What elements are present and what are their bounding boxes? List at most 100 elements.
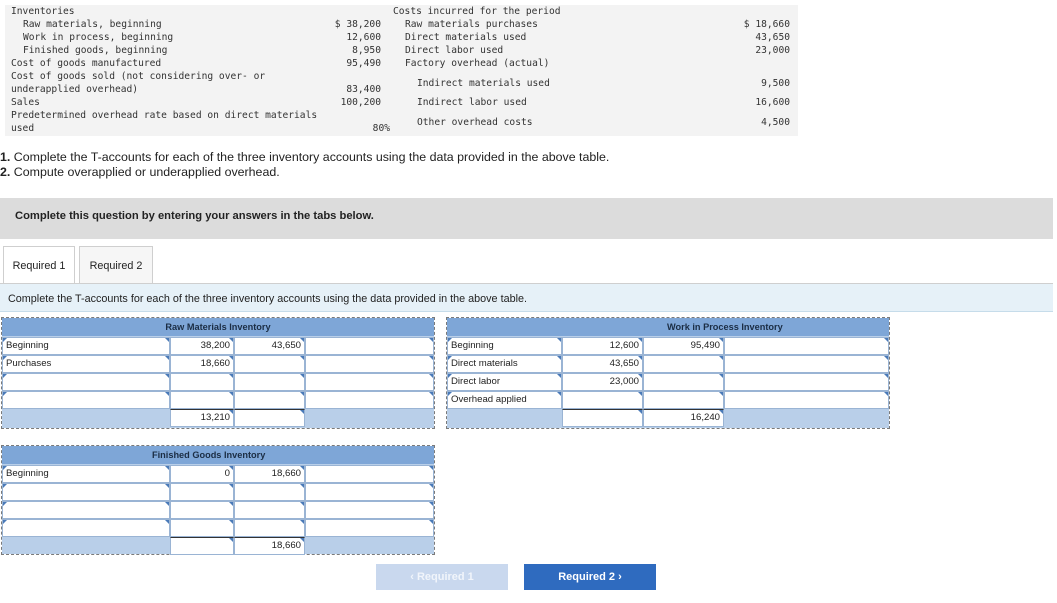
rm-label-input[interactable]: Beginning	[2, 337, 170, 355]
fg-memo-input[interactable]	[305, 465, 434, 483]
wip-credit-input[interactable]: 95,490	[643, 337, 724, 355]
fg-credit-input[interactable]: 18,660	[234, 465, 305, 483]
wip-label-input[interactable]: Beginning	[447, 337, 562, 355]
info-label: Direct labor used	[405, 45, 503, 57]
rm-debit-input[interactable]	[170, 391, 234, 409]
wip-credit-input[interactable]	[643, 373, 724, 391]
finished-goods-title: Finished Goods Inventory	[2, 446, 434, 464]
rm-label-input[interactable]	[2, 391, 170, 409]
info-value: 16,600	[710, 97, 790, 109]
wip-total-debit[interactable]	[562, 409, 643, 427]
info-value: 12,600	[300, 32, 381, 44]
wip-total-credit[interactable]: 16,240	[643, 409, 724, 427]
info-value: $ 18,660	[710, 19, 790, 31]
wip-label-input[interactable]: Direct materials	[447, 355, 562, 373]
info-value: 80%	[330, 123, 390, 135]
info-value: 83,400	[300, 84, 381, 96]
question-1: 1. Complete the T-accounts for each of t…	[0, 150, 609, 164]
tab-label: Required 2	[90, 260, 143, 272]
rm-total-debit[interactable]: 13,210	[170, 409, 234, 427]
fg-debit-input[interactable]	[170, 483, 234, 501]
rm-memo-input[interactable]	[305, 373, 434, 391]
rm-credit-input[interactable]	[234, 355, 305, 373]
info-label: Sales	[11, 97, 40, 109]
next-button-label: Required 2	[558, 571, 615, 583]
chevron-left-icon: ‹	[410, 571, 414, 583]
fg-debit-input[interactable]	[170, 519, 234, 537]
wip-debit-input[interactable]: 12,600	[562, 337, 643, 355]
rm-credit-input[interactable]	[234, 373, 305, 391]
fg-memo-input[interactable]	[305, 519, 434, 537]
chevron-right-icon: ›	[618, 571, 622, 583]
wip-memo-input[interactable]	[724, 373, 889, 391]
fg-debit-input[interactable]: 0	[170, 465, 234, 483]
info-label: Finished goods, beginning	[23, 45, 167, 57]
info-label: Predetermined overhead rate based on dir…	[11, 110, 317, 122]
rm-label-input[interactable]	[2, 373, 170, 391]
wip-label-input[interactable]: Direct labor	[447, 373, 562, 391]
rm-credit-input[interactable]	[234, 391, 305, 409]
fg-credit-input[interactable]	[234, 519, 305, 537]
tab-label: Required 1	[13, 260, 66, 272]
info-label: Factory overhead (actual)	[405, 58, 549, 70]
info-value: $ 38,200	[300, 19, 381, 31]
info-label: Raw materials, beginning	[23, 19, 162, 31]
fg-label-input[interactable]	[2, 519, 170, 537]
instructions-banner: Complete this question by entering your …	[0, 198, 1053, 239]
info-value: 8,950	[300, 45, 381, 57]
rm-total-credit[interactable]	[234, 409, 305, 427]
instruction-text: Complete the T-accounts for each of the …	[8, 293, 527, 305]
wip-memo-input[interactable]	[724, 391, 889, 409]
wip-credit-input[interactable]	[643, 391, 724, 409]
rm-credit-input[interactable]: 43,650	[234, 337, 305, 355]
wip-credit-input[interactable]	[643, 355, 724, 373]
wip-memo-input[interactable]	[724, 355, 889, 373]
fg-memo-input[interactable]	[305, 501, 434, 519]
info-label: Indirect materials used	[417, 78, 550, 90]
fg-label-input[interactable]	[2, 483, 170, 501]
tab-required-1[interactable]: Required 1	[3, 246, 75, 284]
info-label: Cost of goods manufactured	[11, 58, 161, 70]
raw-materials-title: Raw Materials Inventory	[2, 318, 434, 336]
info-label: Direct materials used	[405, 32, 526, 44]
fg-memo-input[interactable]	[305, 483, 434, 501]
info-label: Cost of goods sold (not considering over…	[11, 71, 265, 83]
fg-credit-input[interactable]	[234, 501, 305, 519]
fg-credit-input[interactable]	[234, 483, 305, 501]
wip-debit-input[interactable]	[562, 391, 643, 409]
question-2: 2. Compute overapplied or underapplied o…	[0, 165, 280, 179]
fg-label-input[interactable]	[2, 501, 170, 519]
wip-title: Work in Process Inventory	[447, 318, 889, 336]
wip-label-input[interactable]: Overhead applied	[447, 391, 562, 409]
rm-debit-input[interactable]: 18,660	[170, 355, 234, 373]
rm-debit-input[interactable]: 38,200	[170, 337, 234, 355]
fg-total-debit[interactable]	[170, 537, 234, 555]
fg-debit-input[interactable]	[170, 501, 234, 519]
rm-memo-input[interactable]	[305, 355, 434, 373]
fg-total-credit[interactable]: 18,660	[234, 537, 305, 555]
info-label: Indirect labor used	[417, 97, 527, 109]
tab-required-2[interactable]: Required 2	[79, 246, 153, 284]
next-required-2-button[interactable]: Required 2 ›	[524, 564, 656, 590]
info-value: 43,650	[710, 32, 790, 44]
tab-instruction: Complete the T-accounts for each of the …	[0, 284, 1053, 312]
wip-debit-input[interactable]: 23,000	[562, 373, 643, 391]
rm-memo-input[interactable]	[305, 337, 434, 355]
wip-debit-input[interactable]: 43,650	[562, 355, 643, 373]
info-value: 4,500	[710, 117, 790, 129]
prev-button-label: Required 1	[417, 571, 474, 583]
prev-required-1-button[interactable]: ‹ Required 1	[376, 564, 508, 590]
rm-memo-input[interactable]	[305, 391, 434, 409]
info-label: used	[11, 123, 34, 135]
rm-debit-input[interactable]	[170, 373, 234, 391]
info-value: 95,490	[300, 58, 381, 70]
info-label: Raw materials purchases	[405, 19, 538, 31]
fg-label-input[interactable]: Beginning	[2, 465, 170, 483]
info-value: 23,000	[710, 45, 790, 57]
info-value: 100,200	[300, 97, 381, 109]
info-label: Work in process, beginning	[23, 32, 173, 44]
rm-label-input[interactable]: Purchases	[2, 355, 170, 373]
info-value: 9,500	[710, 78, 790, 90]
info-label: Inventories	[11, 6, 75, 18]
wip-memo-input[interactable]	[724, 337, 889, 355]
